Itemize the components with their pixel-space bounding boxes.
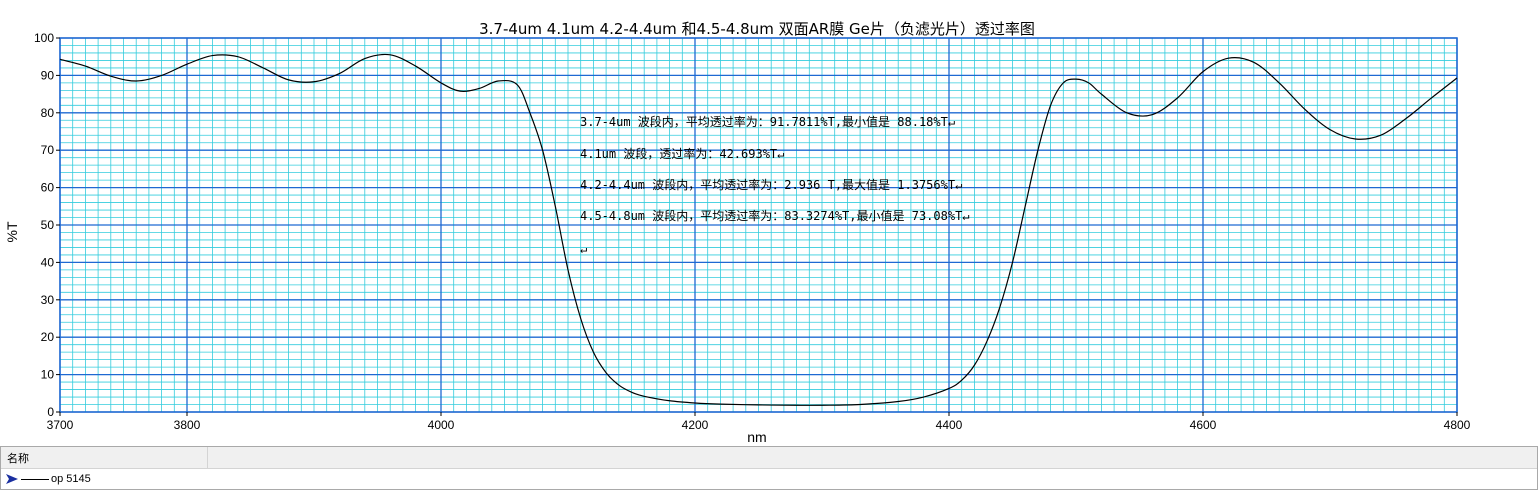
legend-header-label: 名称 xyxy=(1,447,208,468)
y-tick-label: 10 xyxy=(41,368,55,382)
annotation-line-2: 4.1um 波段，透过率为：42.693%T↵ xyxy=(580,146,784,161)
y-tick-label: 80 xyxy=(41,106,55,120)
x-tick-label: 4600 xyxy=(1190,418,1217,432)
y-tick-label: 20 xyxy=(41,330,55,344)
legend-line-swatch xyxy=(21,478,49,480)
y-tick-label: 100 xyxy=(34,31,54,45)
y-tick-label: 50 xyxy=(41,218,55,232)
transmission-chart: 3.7-4um 4.1um 4.2-4.4um 和4.5-4.8um 双面AR膜… xyxy=(4,20,1471,445)
chart-title: 3.7-4um 4.1um 4.2-4.4um 和4.5-4.8um 双面AR膜… xyxy=(479,20,1035,38)
select-arrow-icon xyxy=(6,474,18,484)
x-tick-label: 3800 xyxy=(174,418,201,432)
y-axis-label: %T xyxy=(4,221,20,242)
y-tick-label: 0 xyxy=(47,405,54,419)
legend-series-label: op 5145 xyxy=(51,473,91,485)
y-tick-label: 40 xyxy=(41,255,55,269)
legend-row-op-5145[interactable]: op 5145 xyxy=(1,469,1537,489)
annotation-line-4: 4.5-4.8um 波段内，平均透过率为：83.3274%T,最小值是 73.0… xyxy=(580,208,970,223)
y-tick-label: 30 xyxy=(41,293,55,307)
y-tick-label: 90 xyxy=(41,68,55,82)
x-tick-label: 4800 xyxy=(1444,418,1471,432)
legend-header: 名称 xyxy=(1,447,1537,469)
y-tick-label: 60 xyxy=(41,181,55,195)
x-tick-label: 4200 xyxy=(682,418,709,432)
y-axis-ticks: 0 10 20 30 40 50 60 70 80 90 100 xyxy=(34,31,60,419)
legend-panel: 名称 op 5145 xyxy=(0,446,1538,490)
x-tick-label: 4000 xyxy=(428,418,455,432)
annotation-line-3: 4.2-4.4um 波段内，平均透过率为：2.936 T,最大值是 1.3756… xyxy=(580,177,962,192)
annotation-line-5: ↵ xyxy=(580,242,587,256)
annotation-line-1: 3.7-4um 波段内，平均透过率为：91.7811%T,最小值是 88.18%… xyxy=(580,114,955,129)
x-axis-label: nm xyxy=(747,429,766,445)
x-tick-label: 3700 xyxy=(47,418,74,432)
x-tick-label: 4400 xyxy=(936,418,963,432)
y-tick-label: 70 xyxy=(41,143,55,157)
